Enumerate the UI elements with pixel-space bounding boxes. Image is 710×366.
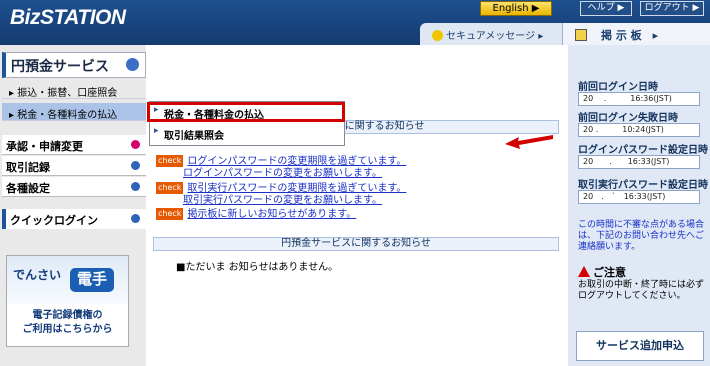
service-add-button[interactable]: サービス追加申込 bbox=[576, 331, 704, 361]
last-fail-value: 20 . 10:24(JST) bbox=[578, 123, 700, 137]
notice-item: check 取引実行パスワードの変更期限を過ぎています。 取引実行パスワードの変更… bbox=[156, 182, 556, 207]
secure-message-link[interactable]: セキュアメッセージ ▸ bbox=[432, 27, 543, 42]
secure-message-label: セキュアメッセージ ▸ bbox=[446, 31, 544, 42]
densai-text: 電子記録債権の ご利用はこちらから bbox=[7, 309, 128, 337]
last-login-label: 前回ログイン日時 bbox=[578, 82, 658, 93]
warning-icon bbox=[578, 266, 590, 277]
sidebar: 円預金サービス ▸ 振込・振替、口座照会 ▸ 税金・各種料金の払込 承認・申請変… bbox=[0, 45, 146, 366]
highlight-box bbox=[147, 102, 345, 122]
yen-notice-header: 円預金サービスに関するお知らせ bbox=[153, 237, 559, 251]
menu-item-result-inquiry[interactable]: 取引結果照会 bbox=[150, 123, 344, 144]
check-badge: check bbox=[156, 155, 184, 167]
densai-mark: 電手 bbox=[70, 268, 114, 292]
bizstation-logo: BizSTATION bbox=[10, 6, 126, 29]
settings-label: 各種設定 bbox=[6, 182, 50, 195]
no-notice-text: ■ただいま お知らせはありません。 bbox=[176, 262, 339, 273]
bulletin-board-link[interactable]: 掲 示 板 ▸ bbox=[562, 23, 710, 45]
caution-title: ご注意 bbox=[578, 264, 626, 280]
login-pw-value: 20 . 16:33(JST) bbox=[578, 155, 700, 169]
sidebar-item-approval[interactable]: 承認・申請変更 bbox=[2, 135, 146, 155]
densai-logo: でんさい bbox=[13, 268, 62, 282]
main-content: BizSTATIONに関するお知らせ check ログインパスワードの変更期限を過… bbox=[146, 45, 570, 366]
notice-link[interactable]: 取引実行パスワードの変更をお願いします。 bbox=[183, 195, 382, 206]
notice-link[interactable]: 掲示板に新しいお知らせがあります。 bbox=[187, 209, 356, 220]
caution-text: お取引の中断・終了時には必ずログアウトしてください。 bbox=[578, 280, 705, 301]
densai-line2: ご利用はこちらから bbox=[22, 324, 113, 335]
quick-login-label: クイックログイン bbox=[10, 214, 98, 227]
arrow-circle-icon bbox=[131, 140, 140, 149]
chevron-down-icon bbox=[126, 58, 139, 71]
notice-link[interactable]: ログインパスワードの変更をお願いします。 bbox=[183, 168, 382, 179]
logout-button[interactable]: ログアウト ▶ bbox=[640, 1, 704, 16]
notice-link[interactable]: 取引実行パスワードの変更期限を過ぎています。 bbox=[187, 183, 406, 194]
densai-logo-area: でんさい 電手 bbox=[7, 256, 128, 304]
approval-label: 承認・申請変更 bbox=[6, 140, 83, 153]
top-header: BizSTATION English ▶ ヘルプ ▶ ログアウト ▶ セキュアメ… bbox=[0, 0, 710, 45]
sidebar-item-transfer[interactable]: ▸ 振込・振替、口座照会 bbox=[2, 81, 146, 99]
red-arrow-icon bbox=[505, 135, 553, 149]
densai-banner[interactable]: でんさい 電手 電子記録債権の ご利用はこちらから bbox=[6, 255, 129, 347]
notice-item: check ログインパスワードの変更期限を過ぎています。 ログインパスワードの変更… bbox=[156, 155, 556, 180]
notice-link[interactable]: ログインパスワードの変更期限を過ぎています。 bbox=[187, 156, 406, 167]
arrow-circle-icon bbox=[131, 161, 140, 170]
secure-message-icon bbox=[432, 30, 443, 41]
check-badge: check bbox=[156, 182, 184, 194]
tx-pw-value: 20 . ` 16:33(JST) bbox=[578, 190, 700, 204]
quick-login-button[interactable]: クイックログイン bbox=[2, 209, 146, 229]
yen-service-title: 円預金サービス bbox=[11, 59, 109, 75]
bulletin-board-icon bbox=[575, 29, 587, 41]
last-fail-label: 前回ログイン失敗日時 bbox=[578, 113, 678, 124]
yen-service-menu[interactable]: 円預金サービス bbox=[2, 52, 146, 78]
last-login-value: 20 . 16:36(JST) bbox=[578, 92, 700, 106]
arrow-circle-icon bbox=[131, 214, 140, 223]
login-pw-label: ログインパスワード設定日時 bbox=[578, 145, 708, 156]
notice-item: check 掲示板に新しいお知らせがあります。 bbox=[156, 208, 556, 221]
check-badge: check bbox=[156, 208, 184, 220]
sidebar-item-transaction-log[interactable]: 取引記録 bbox=[2, 156, 146, 176]
sidebar-item-tax-payment[interactable]: ▸ 税金・各種料金の払込 bbox=[2, 103, 146, 121]
sidebar-item-settings[interactable]: 各種設定 bbox=[2, 177, 146, 197]
right-panel: 前回ログイン日時 20 . 16:36(JST) 前回ログイン失敗日時 20 .… bbox=[568, 45, 710, 366]
arrow-circle-icon bbox=[131, 182, 140, 191]
densai-line1: 電子記録債権の bbox=[32, 310, 103, 321]
english-button[interactable]: English ▶ bbox=[480, 1, 552, 16]
tx-pw-label: 取引実行パスワード設定日時 bbox=[578, 180, 708, 191]
bulletin-board-label: 掲 示 板 ▸ bbox=[601, 29, 659, 42]
inquiry-note: この時間に不審な点がある場合は、下記のお問い合わせ先へご連絡願います。 bbox=[578, 220, 705, 252]
transaction-log-label: 取引記録 bbox=[6, 161, 50, 174]
help-button[interactable]: ヘルプ ▶ bbox=[580, 1, 632, 16]
caution-label: ご注意 bbox=[593, 266, 626, 279]
